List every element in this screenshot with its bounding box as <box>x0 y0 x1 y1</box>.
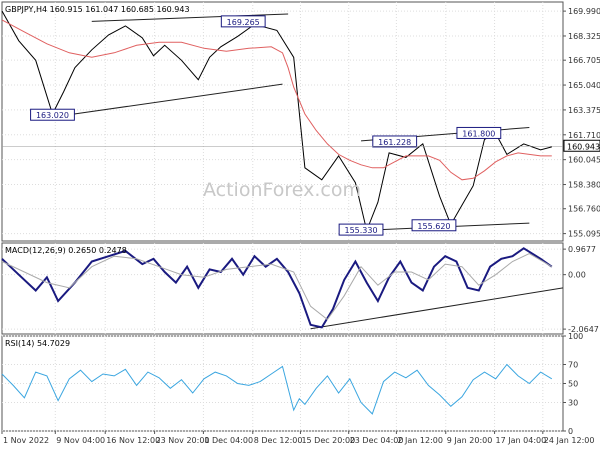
macd-ytick-label: 0.9677 <box>568 245 596 254</box>
watermark: ActionForex.com <box>203 179 361 201</box>
x-tick-label: 1 Nov 2022 <box>3 436 49 445</box>
price-ytick-label: 156.760 <box>568 205 600 214</box>
macd-panel: 0.96770.00-2.0647MACD(12,26,9) 0.2650 0.… <box>1 242 599 335</box>
chart-root: 169.990 168.325 166.705 165.040 163.375 161.7… <box>0 0 600 450</box>
rsi-panel: 100 70 50 30 0 RSI(14) 54.7029 <box>1 332 583 436</box>
x-tick-label: 1 Dec 04:00 <box>204 436 253 445</box>
last-price-label: 160.943 <box>567 142 600 151</box>
rsi-ytick-label: 70 <box>568 361 578 370</box>
x-tick-label: 23 Nov 20:00 <box>156 436 210 445</box>
rsi-ytick-label: 50 <box>568 380 578 389</box>
x-tick-label: 8 Dec 12:00 <box>254 436 303 445</box>
price-ytick-label: 158.380 <box>568 181 600 190</box>
price-ytick-label: 161.710 <box>568 131 600 140</box>
x-tick-label: 2 Jan 12:00 <box>397 436 443 445</box>
price-ytick-label: 163.375 <box>568 106 600 115</box>
price-annotation: 155.620 <box>417 222 450 231</box>
price-ytick-label: 168.325 <box>568 32 600 41</box>
x-tick-label: 16 Nov 12:00 <box>106 436 160 445</box>
macd-title: MACD(12,26,9) 0.2650 0.2478 <box>5 246 127 255</box>
price-ytick-label: 169.990 <box>568 7 600 16</box>
price-panel: 169.990 168.325 166.705 165.040 163.375 161.7… <box>1 1 600 242</box>
chart-svg: 169.990 168.325 166.705 165.040 163.375 161.7… <box>1 1 600 445</box>
price-title: GBPJPY,H4 160.915 161.047 160.685 160.94… <box>5 5 190 14</box>
price-ytick-label: 155.095 <box>568 230 600 239</box>
macd-ytick-label: 0.00 <box>568 271 586 280</box>
price-annotation: 169.265 <box>227 18 260 27</box>
x-tick-label: 15 Dec 20:00 <box>301 436 355 445</box>
x-tick-label: 23 Dec 04:00 <box>350 436 404 445</box>
price-annotation: 163.020 <box>36 111 69 120</box>
price-ytick-label: 160.045 <box>568 156 600 165</box>
price-ytick-label: 165.040 <box>568 81 600 90</box>
rsi-ytick-label: 100 <box>568 332 583 341</box>
price-frame <box>1 1 564 242</box>
x-tick-label: 9 Nov 04:00 <box>56 436 105 445</box>
price-annotation: 161.228 <box>378 138 411 147</box>
x-tick-label: 9 Jan 20:00 <box>447 436 493 445</box>
price-ytick-label: 166.705 <box>568 56 600 65</box>
rsi-title: RSI(14) 54.7029 <box>5 339 70 348</box>
x-tick-label: 24 Jan 12:00 <box>544 436 595 445</box>
price-annotation: 155.330 <box>344 226 377 235</box>
price-annotation: 161.800 <box>462 129 495 138</box>
rsi-ytick-label: 30 <box>568 399 578 408</box>
x-tick-label: 17 Jan 04:00 <box>496 436 547 445</box>
rsi-ytick-label: 0 <box>568 427 573 436</box>
